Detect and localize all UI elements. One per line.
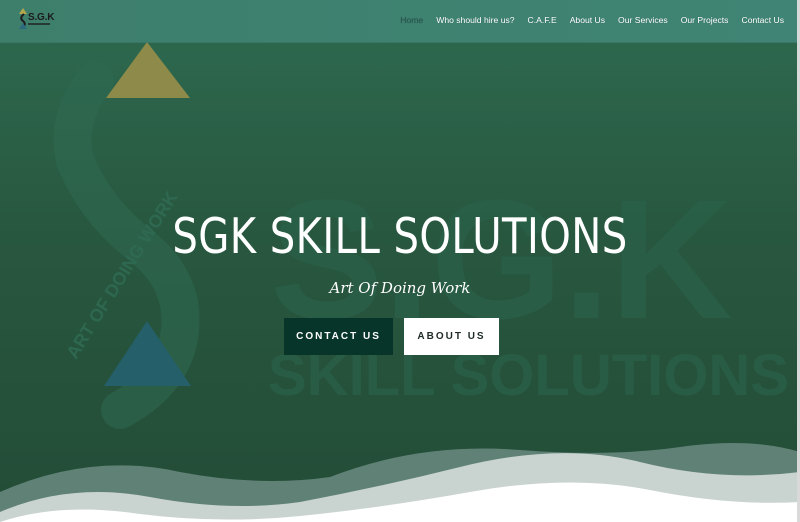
logo-text: S.G.K xyxy=(28,12,55,23)
nav-about-us[interactable]: About Us xyxy=(570,15,605,25)
logo-mark-icon xyxy=(19,8,27,29)
hero-subtitle: Art Of Doing Work xyxy=(329,279,471,297)
sgk-logo[interactable]: S.G.K xyxy=(18,8,55,30)
hero-title: SGK SKILL SOLUTIONS xyxy=(172,208,628,265)
nav-our-services[interactable]: Our Services xyxy=(618,15,668,25)
nav-home[interactable]: Home xyxy=(400,15,423,25)
nav-contact-us[interactable]: Contact Us xyxy=(741,15,784,25)
about-us-button[interactable]: ABOUT US xyxy=(404,318,499,355)
site-header: S.G.K Home Who should hire us? C.A.F.E A… xyxy=(0,0,800,43)
logo-underline xyxy=(28,23,50,25)
nav-cafe[interactable]: C.A.F.E xyxy=(528,15,557,25)
nav-our-projects[interactable]: Our Projects xyxy=(681,15,729,25)
nav-who-should-hire-us[interactable]: Who should hire us? xyxy=(436,15,514,25)
contact-us-button[interactable]: CONTACT US xyxy=(284,318,393,355)
hero-section: ART OF DOING WORK S.G.K SKILL SOLUTIONS … xyxy=(0,0,800,522)
main-nav: Home Who should hire us? C.A.F.E About U… xyxy=(387,15,784,25)
bottom-waves xyxy=(0,443,800,522)
triangle-top-icon xyxy=(106,42,190,98)
